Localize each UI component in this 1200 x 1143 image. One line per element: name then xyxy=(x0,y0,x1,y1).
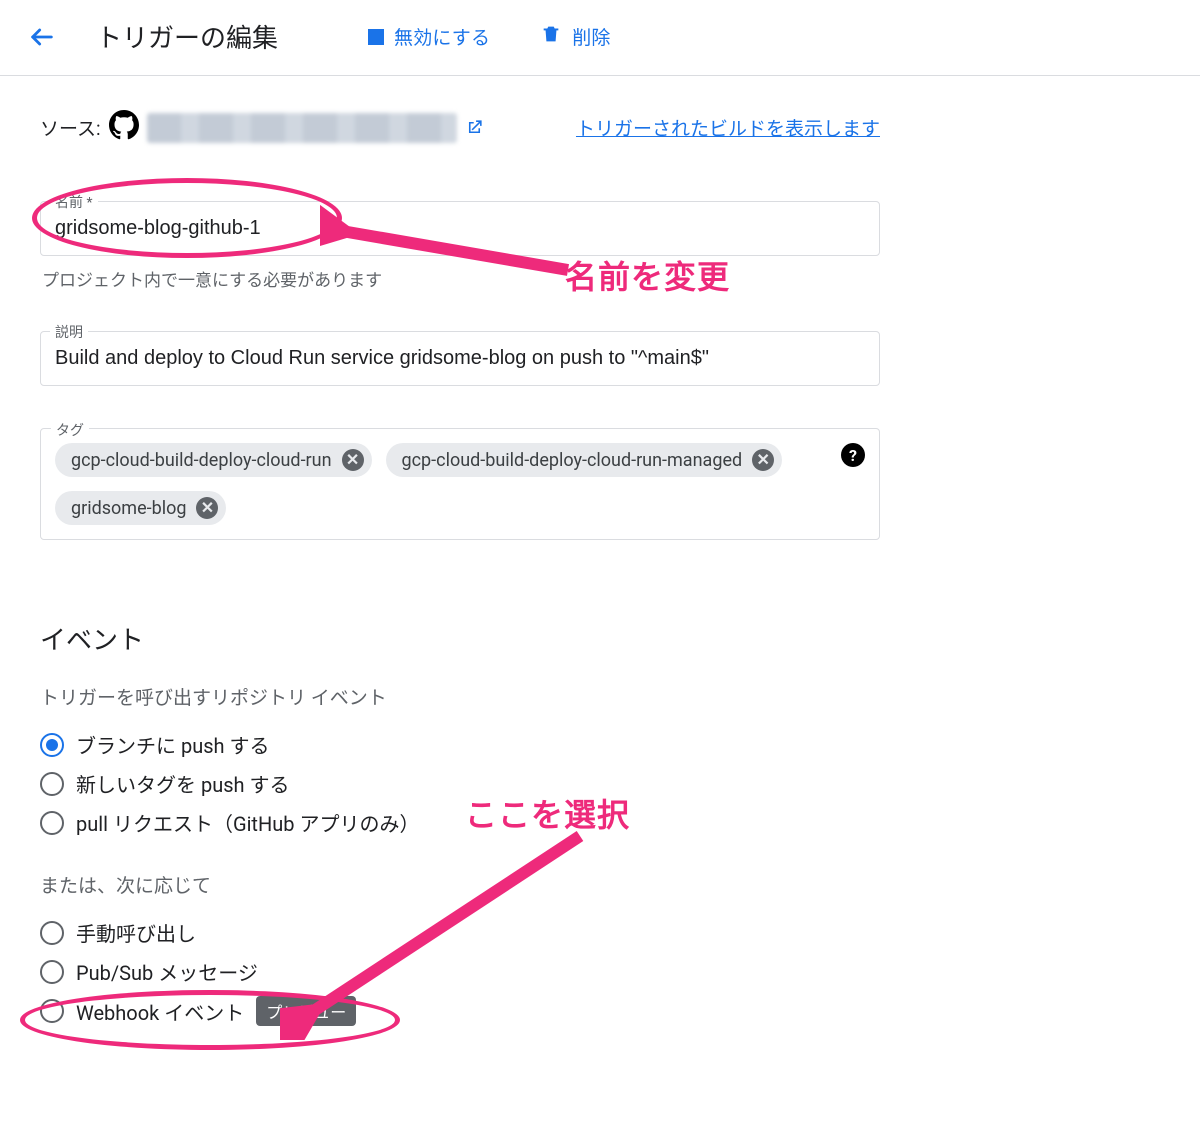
disable-label: 無効にする xyxy=(394,23,490,50)
tag-chip[interactable]: gcp-cloud-build-deploy-cloud-run ✕ xyxy=(55,443,372,477)
radio-icon[interactable] xyxy=(40,921,64,945)
name-label: 名前 * xyxy=(50,192,98,212)
event-option[interactable]: ブランチに push する xyxy=(40,730,880,759)
tags-label: タグ xyxy=(51,420,89,440)
page-title: トリガーの編集 xyxy=(96,18,278,55)
tags-field[interactable]: タグ ? gcp-cloud-build-deploy-cloud-run✕gc… xyxy=(40,428,880,540)
events-heading: イベント xyxy=(40,620,880,657)
event-option-label: 新しいタグを push する xyxy=(76,769,290,798)
radio-icon[interactable] xyxy=(40,999,64,1023)
view-triggered-builds-link[interactable]: トリガーされたビルドを表示します xyxy=(576,114,880,141)
radio-icon[interactable] xyxy=(40,733,64,757)
event-option[interactable]: 手動呼び出し xyxy=(40,918,880,947)
tag-chip[interactable]: gridsome-blog ✕ xyxy=(55,491,226,525)
name-input[interactable] xyxy=(40,201,880,256)
event-option-label: ブランチに push する xyxy=(76,730,270,759)
delete-button[interactable]: 削除 xyxy=(540,23,610,50)
event-option-label: 手動呼び出し xyxy=(76,918,196,947)
event-option[interactable]: pull リクエスト（GitHub アプリのみ） xyxy=(40,808,880,837)
description-label: 説明 xyxy=(50,322,88,342)
event-option[interactable]: Webhook イベントプレビュー xyxy=(40,996,880,1026)
delete-label: 削除 xyxy=(572,23,610,50)
source-label: ソース: xyxy=(40,114,101,141)
name-helper: プロジェクト内で一意にする必要があります xyxy=(42,266,878,291)
preview-badge: プレビュー xyxy=(256,996,356,1026)
back-arrow-icon[interactable] xyxy=(28,23,56,51)
event-option[interactable]: Pub/Sub メッセージ xyxy=(40,957,880,986)
disable-button[interactable]: 無効にする xyxy=(368,23,490,50)
tag-chip-label: gcp-cloud-build-deploy-cloud-run xyxy=(71,450,332,471)
tag-remove-icon[interactable]: ✕ xyxy=(752,449,774,471)
tag-chip-label: gridsome-blog xyxy=(71,498,186,519)
tag-remove-icon[interactable]: ✕ xyxy=(196,497,218,519)
source-repo-redacted xyxy=(147,113,457,143)
event-option-label: Pub/Sub メッセージ xyxy=(76,957,258,986)
radio-icon[interactable] xyxy=(40,811,64,835)
external-link-icon[interactable] xyxy=(465,118,484,137)
event-option-label: pull リクエスト（GitHub アプリのみ） xyxy=(76,808,419,837)
events-or-subhead: または、次に応じて xyxy=(40,871,880,898)
github-icon xyxy=(109,110,139,145)
tag-remove-icon[interactable]: ✕ xyxy=(342,449,364,471)
event-option-label: Webhook イベント xyxy=(76,997,244,1026)
event-option[interactable]: 新しいタグを push する xyxy=(40,769,880,798)
description-input[interactable] xyxy=(40,331,880,386)
tag-chip-label: gcp-cloud-build-deploy-cloud-run-managed xyxy=(402,450,743,471)
stop-icon xyxy=(368,29,384,45)
events-repo-subhead: トリガーを呼び出すリポジトリ イベント xyxy=(40,683,880,710)
trash-icon xyxy=(540,23,562,50)
radio-icon[interactable] xyxy=(40,772,64,796)
tag-chip[interactable]: gcp-cloud-build-deploy-cloud-run-managed… xyxy=(386,443,783,477)
help-icon[interactable]: ? xyxy=(841,443,865,467)
radio-icon[interactable] xyxy=(40,960,64,984)
